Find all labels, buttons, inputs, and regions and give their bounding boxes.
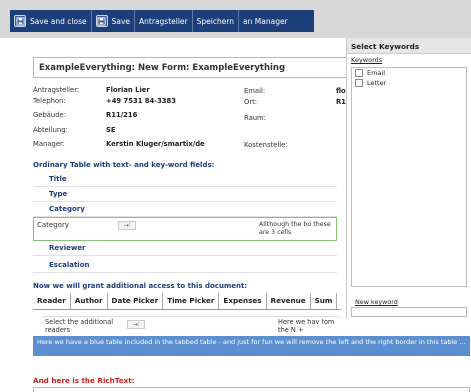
readers-row: Select the additional readers →∶ Here we… xyxy=(42,316,341,336)
manager-label: Manager: xyxy=(33,140,65,148)
category-row[interactable]: Category xyxy=(33,201,337,217)
ordinary-table-header: Ordinary Table with text- and key-word f… xyxy=(33,161,215,169)
category-cell-label: Category xyxy=(37,221,69,229)
select-keywords-title: Select Keywords xyxy=(347,38,471,54)
richtext-label: And here is the RichText: xyxy=(33,376,135,385)
toolbar-buttons: Save and close Save Antragsteller Speich… xyxy=(10,10,314,32)
toolbar: Save and close Save Antragsteller Speich… xyxy=(0,0,471,38)
readers-dropdown[interactable]: →∶ xyxy=(127,320,145,329)
antragsteller-row: Antragsteller: Florian Lier xyxy=(33,86,150,97)
telephon-row: Telephon: +49 7531 84-3383 xyxy=(33,97,176,108)
escalation-row[interactable]: Escalation xyxy=(33,257,337,273)
antragsteller-value: Florian Lier xyxy=(106,86,150,94)
readers-label: Select the additional readers xyxy=(45,318,114,334)
kostenstelle-label: Kostenstelle: xyxy=(244,141,288,149)
keyword-item-label: Email xyxy=(367,69,386,77)
keyword-list: Email Letter xyxy=(351,67,467,287)
speichern-button[interactable]: Speichern xyxy=(193,10,240,32)
form-title: ExampleEverything: New Form: ExampleEver… xyxy=(33,57,353,78)
antragsteller-button[interactable]: Antragsteller xyxy=(135,10,193,32)
save-and-close-button[interactable]: Save and close xyxy=(10,10,92,32)
tab-author[interactable]: Author xyxy=(71,293,108,309)
checkbox[interactable] xyxy=(355,69,363,77)
email-row: Email: flo xyxy=(244,87,346,98)
email-label: Email: xyxy=(244,87,266,95)
abteilung-row: Abteilung: SE xyxy=(33,126,116,137)
an-manager-button[interactable]: an Manager xyxy=(239,10,292,32)
gebaeude-row: Gebäude: R11/216 xyxy=(33,111,137,122)
keywords-label: Keywords xyxy=(351,56,383,64)
keyword-item-label: Letter xyxy=(367,79,387,87)
telephon-label: Telephon: xyxy=(33,97,66,105)
category-table-row: Category →∶ Allthough the bo these are 3… xyxy=(33,217,337,241)
save-and-close-label: Save and close xyxy=(30,16,87,26)
select-keywords-panel: Select Keywords Keywords Email Letter Ne… xyxy=(346,38,471,319)
manager-value: Kerstin Kluger/smartix/de xyxy=(106,140,205,148)
abteilung-value: SE xyxy=(106,126,116,134)
category-note: Allthough the bo these are 3 cells xyxy=(259,221,331,236)
save-icon xyxy=(14,15,26,27)
email-value: flo xyxy=(336,87,346,95)
antragsteller-label: Antragsteller: xyxy=(33,86,80,94)
tab-time-picker[interactable]: Time Picker xyxy=(163,293,220,309)
raum-row: Raum: xyxy=(244,114,266,125)
blue-table: Here we have a blue table included in th… xyxy=(33,336,470,356)
tab-sum[interactable]: Sum xyxy=(311,293,338,309)
raum-label: Raum: xyxy=(244,114,266,122)
readers-note: Here we hav fom the N + xyxy=(278,319,335,334)
tab-date-picker[interactable]: Date Picker xyxy=(108,293,164,309)
type-row[interactable]: Type xyxy=(33,186,337,202)
save-label: Save xyxy=(111,16,131,26)
tab-expenses[interactable]: Expenses xyxy=(219,293,267,309)
richtext-field[interactable] xyxy=(33,387,470,392)
title-row[interactable]: Title xyxy=(33,171,337,187)
kostenstelle-row: Kostenstelle: xyxy=(244,141,288,152)
reviewer-row[interactable]: Reviewer xyxy=(33,240,337,256)
new-keyword-input[interactable] xyxy=(351,307,467,317)
keyword-item-email[interactable]: Email xyxy=(352,68,466,78)
new-keyword-label: New keyword xyxy=(355,298,398,306)
tab-reader[interactable]: Reader xyxy=(33,293,71,309)
save-icon xyxy=(95,15,108,27)
telephon-value: +49 7531 84-3383 xyxy=(106,97,176,105)
manager-row: Manager: Kerstin Kluger/smartix/de xyxy=(33,140,205,151)
category-dropdown[interactable]: →∶ xyxy=(118,221,136,230)
gebaeude-value: R11/216 xyxy=(106,111,138,119)
tab-bar: Reader Author Date Picker Time Picker Ex… xyxy=(33,293,341,310)
ort-label: Ort: xyxy=(244,98,258,106)
access-header: Now we will grant additional access to t… xyxy=(33,282,248,290)
save-button[interactable]: Save xyxy=(92,10,136,32)
gebaeude-label: Gebäude: xyxy=(33,111,67,119)
abteilung-label: Abteilung: xyxy=(33,126,68,134)
checkbox[interactable] xyxy=(355,79,363,87)
ort-value: R1 xyxy=(336,98,346,106)
ort-row: Ort: R1 xyxy=(244,98,346,109)
keyword-item-letter[interactable]: Letter xyxy=(352,78,466,88)
tab-revenue[interactable]: Revenue xyxy=(267,293,311,309)
